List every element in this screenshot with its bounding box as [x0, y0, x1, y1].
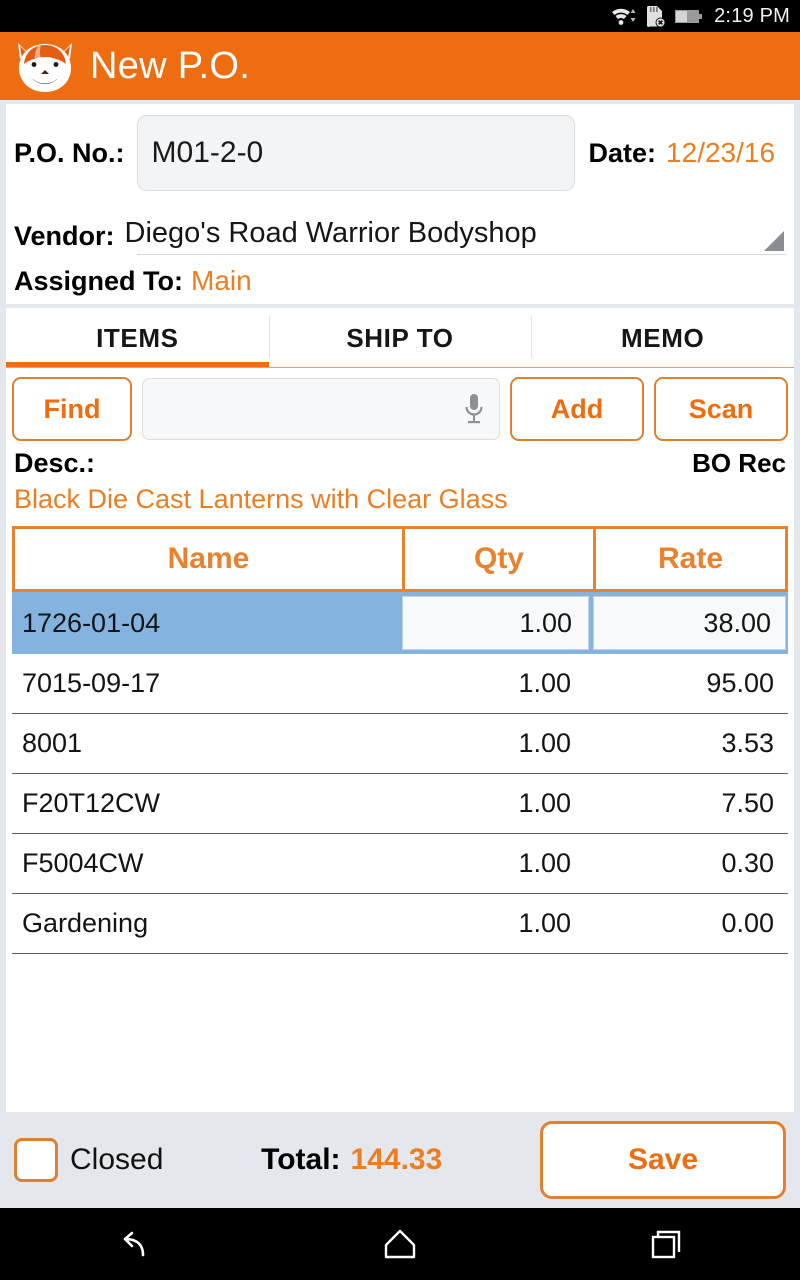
- total-label: Total:: [261, 1143, 341, 1176]
- date-field[interactable]: Date: 12/23/16: [589, 137, 776, 169]
- closed-checkbox-group[interactable]: Closed: [14, 1138, 163, 1182]
- cell-qty[interactable]: 1.00: [402, 668, 593, 699]
- vendor-value[interactable]: Diego's Road Warrior Bodyshop: [125, 217, 537, 252]
- assigned-to-value[interactable]: Main: [191, 265, 252, 297]
- cell-rate[interactable]: 38.00: [593, 596, 786, 650]
- items-panel: Find Add Scan Desc.: BO Rec Black Die Ca…: [6, 368, 794, 1112]
- description-label: Desc.:: [14, 447, 96, 478]
- tab-memo-label: MEMO: [621, 322, 705, 353]
- chevron-down-icon[interactable]: [764, 231, 784, 251]
- assigned-to-row[interactable]: Assigned To: Main: [6, 252, 794, 304]
- wifi-icon: [610, 5, 636, 27]
- vendor-label: Vendor:: [14, 221, 115, 251]
- column-header-rate[interactable]: Rate: [596, 529, 785, 589]
- status-bar-clock: 2:19 PM: [714, 4, 790, 27]
- closed-label: Closed: [70, 1143, 164, 1176]
- tab-ship-to-label: SHIP TO: [346, 322, 454, 353]
- cell-qty[interactable]: 1.00: [402, 728, 593, 759]
- recents-icon[interactable]: [607, 1208, 727, 1280]
- table-header: Name Qty Rate: [12, 526, 788, 592]
- po-number-label: P.O. No.:: [14, 137, 125, 168]
- tab-memo[interactable]: MEMO: [531, 308, 794, 368]
- items-table: Name Qty Rate 1726-01-04 1.00 38.00 7015…: [6, 526, 794, 1112]
- vendor-row[interactable]: Vendor: Diego's Road Warrior Bodyshop: [6, 194, 794, 255]
- tab-items[interactable]: ITEMS: [6, 308, 269, 368]
- table-row[interactable]: 8001 1.00 3.53: [12, 714, 788, 774]
- cell-name[interactable]: Gardening: [12, 908, 402, 939]
- tab-ship-to[interactable]: SHIP TO: [268, 308, 532, 368]
- table-row[interactable]: 7015-09-17 1.00 95.00: [12, 654, 788, 714]
- vendor-underline: [137, 254, 786, 255]
- page-title: New P.O.: [90, 44, 251, 87]
- back-icon[interactable]: [73, 1208, 193, 1280]
- cell-name[interactable]: F20T12CW: [12, 788, 402, 819]
- assigned-to-label: Assigned To:: [14, 265, 184, 296]
- column-header-name[interactable]: Name: [15, 529, 405, 589]
- cell-rate[interactable]: 0.00: [593, 908, 788, 939]
- cell-name[interactable]: 1726-01-04: [12, 608, 402, 639]
- description-row: Desc.: BO Rec: [6, 442, 794, 482]
- battery-icon: [674, 6, 704, 26]
- table-body: 1726-01-04 1.00 38.00 7015-09-17 1.00 95…: [12, 592, 788, 1112]
- search-input[interactable]: [142, 378, 500, 440]
- app-screen: 2:19 PM New P.O. P.O. No.: M01-2-0 Date:…: [0, 0, 800, 1280]
- home-icon[interactable]: [340, 1208, 460, 1280]
- find-button[interactable]: Find: [12, 377, 132, 441]
- item-toolbar: Find Add Scan: [6, 368, 794, 442]
- column-header-qty[interactable]: Qty: [405, 529, 596, 589]
- date-label: Date:: [588, 137, 657, 168]
- closed-checkbox[interactable]: [14, 1138, 58, 1182]
- po-number-input[interactable]: M01-2-0: [136, 115, 575, 191]
- total-value: 144.33: [350, 1143, 443, 1176]
- save-button[interactable]: Save: [540, 1121, 786, 1199]
- po-header-form: P.O. No.: M01-2-0 Date: 12/23/16 Vendor:…: [6, 104, 794, 304]
- table-row[interactable]: 1726-01-04 1.00 38.00: [12, 592, 788, 654]
- cell-qty[interactable]: 1.00: [402, 596, 589, 650]
- cell-name[interactable]: F5004CW: [12, 848, 402, 879]
- table-row[interactable]: F20T12CW 1.00 7.50: [12, 774, 788, 834]
- cell-rate[interactable]: 3.53: [593, 728, 788, 759]
- cell-qty[interactable]: 1.00: [402, 908, 593, 939]
- tab-items-label: ITEMS: [96, 322, 179, 353]
- microphone-icon[interactable]: [463, 392, 485, 426]
- app-bar: New P.O.: [0, 32, 800, 100]
- table-row[interactable]: F5004CW 1.00 0.30: [12, 834, 788, 894]
- cell-name[interactable]: 7015-09-17: [12, 668, 402, 699]
- bo-rec-label: BO Rec: [692, 447, 786, 478]
- cell-rate[interactable]: 7.50: [593, 788, 788, 819]
- cell-qty[interactable]: 1.00: [402, 788, 593, 819]
- cell-rate[interactable]: 0.30: [593, 848, 788, 879]
- cell-name[interactable]: 8001: [12, 728, 402, 759]
- status-bar: 2:19 PM: [0, 0, 800, 32]
- footer-bar: Closed Total: 144.33 Save: [0, 1112, 800, 1208]
- po-number-row: P.O. No.: M01-2-0 Date: 12/23/16: [6, 112, 794, 194]
- total-display: Total: 144.33: [163, 1143, 540, 1177]
- sd-card-error-icon: [643, 4, 667, 28]
- table-row[interactable]: Gardening 1.00 0.00: [12, 894, 788, 954]
- description-value: Black Die Cast Lanterns with Clear Glass: [14, 484, 508, 514]
- tab-baseline: [6, 367, 794, 368]
- tab-bar: ITEMS SHIP TO MEMO: [6, 308, 794, 368]
- add-button[interactable]: Add: [510, 377, 644, 441]
- cell-qty[interactable]: 1.00: [402, 848, 593, 879]
- scan-button[interactable]: Scan: [654, 377, 788, 441]
- cell-rate[interactable]: 95.00: [593, 668, 788, 699]
- date-value[interactable]: 12/23/16: [666, 137, 775, 169]
- fox-logo-icon: [14, 37, 76, 95]
- android-nav-bar: [0, 1208, 800, 1280]
